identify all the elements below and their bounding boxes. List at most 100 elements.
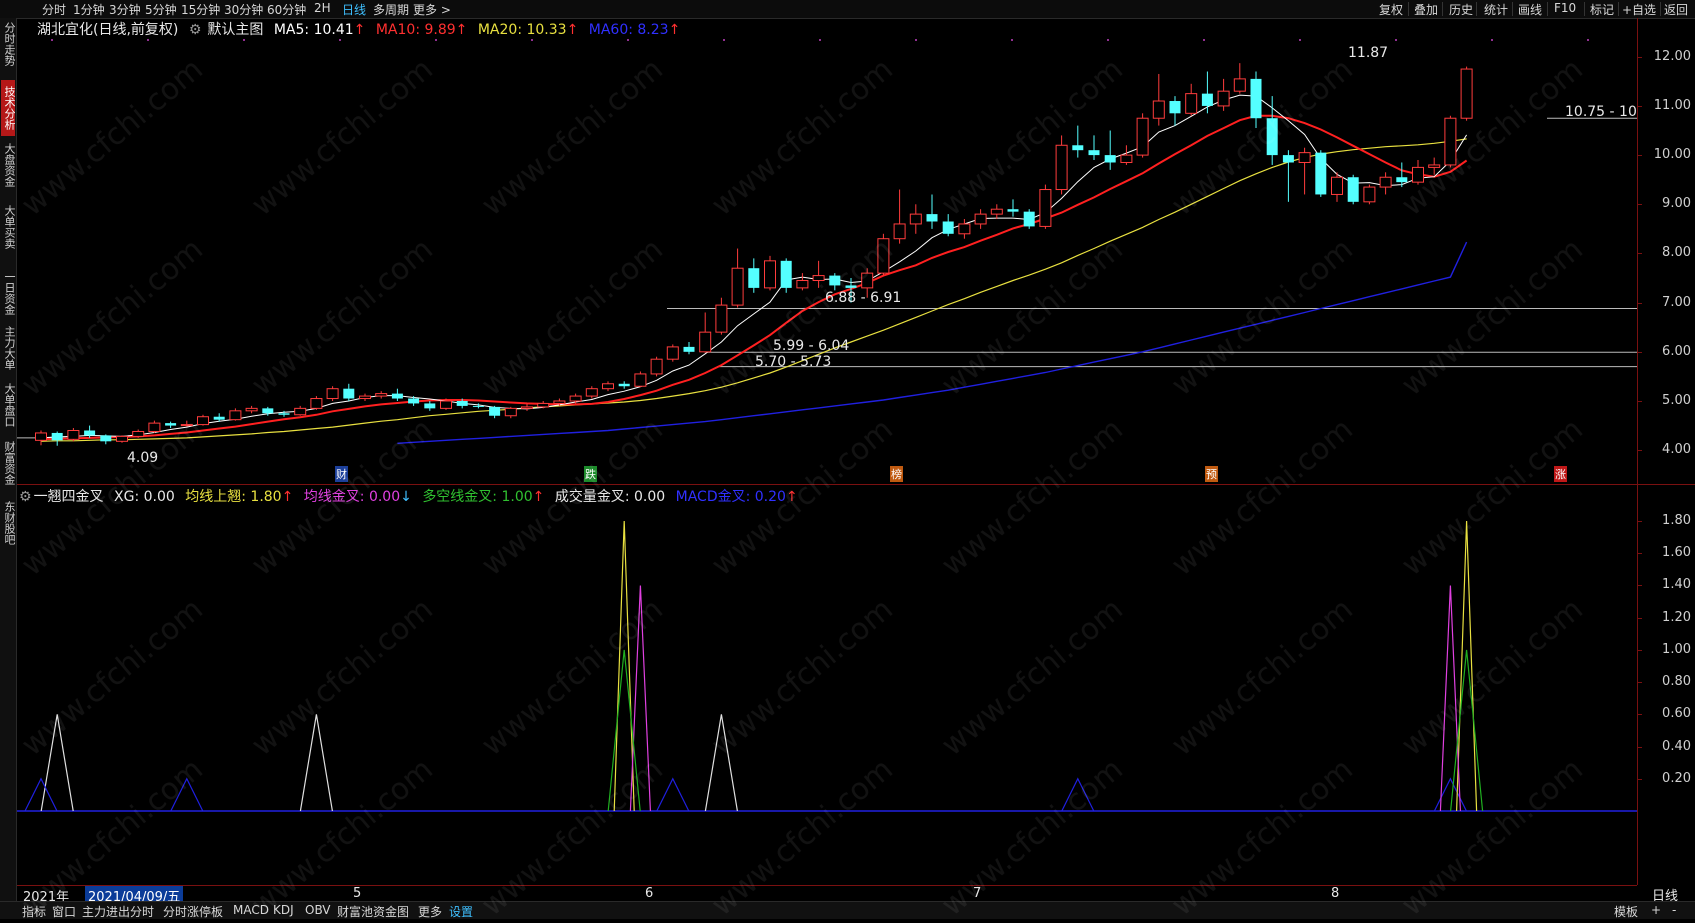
tab-obv[interactable]: OBV (305, 903, 331, 917)
tab-main-flow[interactable]: 主力进出分时 (82, 903, 154, 920)
indicator-plot[interactable] (17, 485, 1637, 885)
tab-limit-up[interactable]: 分时涨停板 (163, 903, 223, 920)
indicator-peak (1450, 649, 1484, 812)
candle-body (618, 383, 630, 387)
event-marker-list[interactable]: 榜 (890, 466, 903, 482)
candle (67, 428, 80, 442)
tab-more-indicators[interactable]: 更多 (418, 903, 442, 920)
candle-body (909, 213, 922, 225)
candle (683, 341, 695, 355)
tab-5min[interactable]: 5分钟 (145, 1, 177, 18)
overlay-button[interactable]: 叠加 (1414, 1, 1438, 18)
main-kline-chart[interactable]: 湖北宜化(日线,前复权) ⚙ 默认主图 MA5: 10.41↑ MA10: 9.8… (17, 18, 1685, 484)
tab-3min[interactable]: 3分钟 (109, 1, 141, 18)
tab-settings[interactable]: 设置 (449, 903, 473, 920)
top-marker-dot (1587, 39, 1589, 41)
tab-macd[interactable]: MACD (233, 903, 269, 917)
statistics-button[interactable]: 统计 (1484, 1, 1508, 18)
candle (829, 273, 841, 291)
tab-1min[interactable]: 1分钟 (73, 1, 105, 18)
indicator-tick-label: 0.20 (1662, 770, 1691, 786)
sidebar-item-intraday[interactable]: 分时走势 (1, 20, 16, 68)
candle (521, 403, 533, 411)
tab-indicator[interactable]: 指标 (22, 903, 46, 920)
candle-body (569, 395, 582, 402)
indicator-peak (607, 649, 641, 812)
candle-body (1315, 152, 1327, 195)
tab-fenshi[interactable]: 分时 (42, 1, 66, 18)
tab-window[interactable]: 窗口 (52, 903, 76, 920)
candle (942, 214, 954, 237)
price-axis[interactable]: 12.00 11.00 10.00 9.00 8.00 7.00 6.00 5.00 4.00 … (1637, 18, 1695, 885)
tab-2h[interactable]: 2H (314, 1, 331, 15)
event-marker-finance[interactable]: 财 (335, 466, 348, 482)
tab-60min[interactable]: 60分钟 (267, 1, 306, 18)
sidebar-item-main-orders[interactable]: 主力大单 (1, 323, 16, 373)
candle (489, 405, 501, 419)
restore-rights-button[interactable]: 复权 (1379, 1, 1403, 18)
sidebar-item-guba[interactable]: 东财股吧 (1, 498, 16, 548)
candle-body (359, 395, 371, 400)
tab-daily[interactable]: 日线 (342, 1, 366, 18)
candle (1282, 150, 1294, 202)
tab-more[interactable]: 更多 > (413, 1, 451, 18)
tab-30min[interactable]: 30分钟 (224, 1, 263, 18)
tab-wealth-pool[interactable]: 财富池资金图 (337, 903, 409, 920)
candle-body (521, 406, 533, 409)
candle (602, 381, 614, 392)
candle (1444, 115, 1457, 168)
ma5-value: MA5: 10.41 (273, 22, 354, 38)
range-label-3: 5.99 - 6.04 (773, 338, 850, 354)
candle-body (213, 416, 225, 420)
candle-body (1396, 177, 1408, 183)
sidebar-item-technical[interactable]: 技术分析 (1, 80, 16, 136)
sidebar-item-day-funds[interactable]: 一日资金 (1, 268, 16, 318)
candle-body (812, 275, 825, 282)
indicator-chart[interactable]: ⚙ 一翘四金叉 XG: 0.00 均线上翘: 1.80↑ 均线金叉: 0.00↓ … (17, 485, 1637, 885)
candle-body (278, 413, 290, 415)
price-tick-label: 6.00 (1662, 343, 1691, 359)
indicator-peak (299, 714, 333, 812)
candle (1298, 147, 1311, 195)
sidebar-item-order-book[interactable]: 大单盘口 (1, 380, 16, 430)
candle-body (504, 407, 517, 417)
indicator-name[interactable]: 一翘四金叉 (34, 489, 104, 505)
zoom-in-button[interactable]: + (1651, 903, 1661, 917)
jxsq-value: 均线上翘: 1.80 (185, 489, 282, 505)
mark-button[interactable]: 标记 (1590, 1, 1614, 18)
tab-15min[interactable]: 15分钟 (181, 1, 220, 18)
candlestick-plot[interactable] (17, 18, 1685, 484)
template-name[interactable]: 默认主图 (207, 22, 263, 38)
candle (1379, 172, 1392, 195)
zoom-out-button[interactable]: - (1672, 903, 1676, 917)
settings-icon[interactable]: ⚙ (189, 22, 202, 38)
tab-multi-period[interactable]: 多周期 (373, 1, 409, 18)
candle-body (310, 398, 323, 409)
sidebar-item-market-funds[interactable]: 大盘资金 (1, 140, 16, 190)
event-marker-drop[interactable]: 跌 (584, 466, 597, 482)
candle (1315, 150, 1327, 197)
sidebar-item-wealth-funds[interactable]: 财富资金 (1, 438, 16, 488)
indicator-tick-label: 0.60 (1662, 706, 1691, 722)
history-button[interactable]: 历史 (1449, 1, 1473, 18)
template-button[interactable]: 模板 (1614, 903, 1638, 920)
tab-kdj[interactable]: KDJ (273, 903, 294, 917)
add-watchlist-button[interactable]: +自选 (1622, 1, 1656, 18)
indicator-peak (40, 714, 74, 812)
draw-line-button[interactable]: 画线 (1518, 1, 1542, 18)
candle-body (699, 331, 712, 353)
back-button[interactable]: 返回 (1664, 1, 1688, 18)
price-tick-label: 11.00 (1653, 97, 1691, 113)
settings-icon[interactable]: ⚙ (19, 489, 32, 505)
month-label-7: 7 (973, 886, 982, 901)
event-marker-rise[interactable]: 涨 (1554, 466, 1567, 482)
candle-body (845, 285, 857, 288)
candle (148, 420, 161, 433)
sidebar-item-big-orders[interactable]: 大单买卖 (1, 202, 16, 252)
event-marker-forecast[interactable]: 预 (1205, 466, 1218, 482)
stock-title[interactable]: 湖北宜化(日线,前复权) (37, 22, 178, 38)
f10-button[interactable]: F10 (1554, 1, 1576, 15)
candle-body (861, 272, 874, 289)
candle-body (666, 346, 679, 360)
candle-body (51, 432, 63, 441)
